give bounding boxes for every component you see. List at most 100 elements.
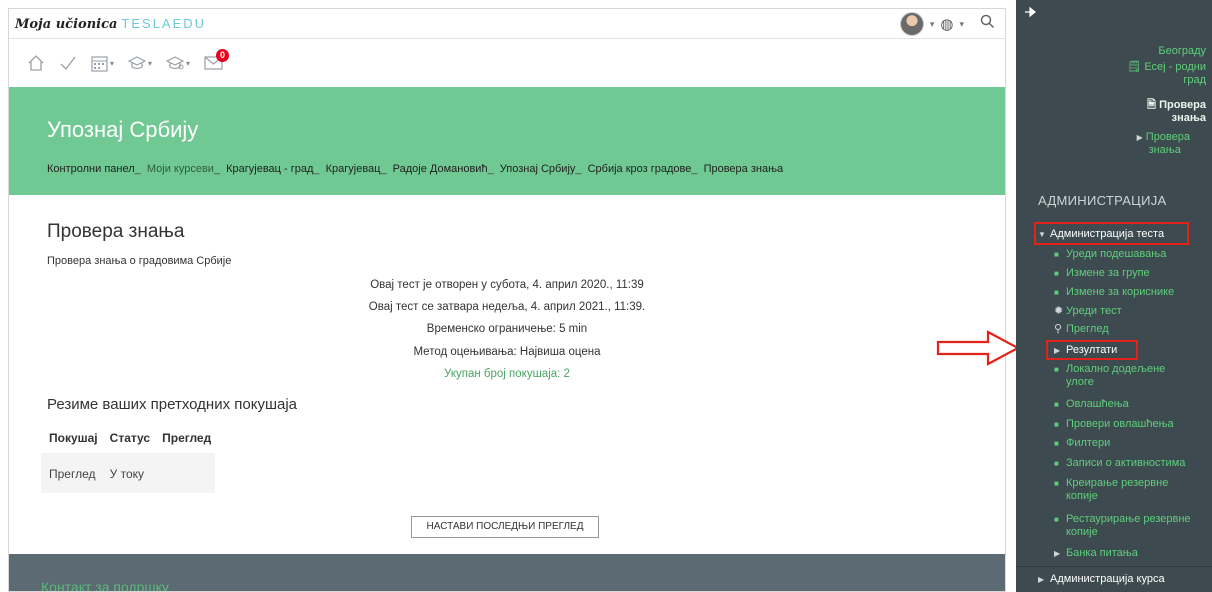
top-navbar: Moja učionica TESLAEDU ▾ ◍ ▾ [9,9,1005,39]
sidebar-item-user-overrides[interactable]: ■ Измене за кориснике [1054,286,1212,299]
message-count-badge: 0 [216,49,230,62]
gear-icon: ✹ [1054,305,1064,317]
column-header: Покушај [49,431,98,445]
breadcrumb-item[interactable]: Србија кроз градове [588,163,692,175]
sidebar-item-edit-settings[interactable]: ■ Уреди подешавања [1054,248,1212,261]
review-cell [154,453,216,493]
main-content: Moja učionica TESLAEDU ▾ ◍ ▾ ▾ ▾ ▾ 0 Упо… [8,8,1006,592]
table-row: Преглед У току [41,453,216,493]
breadcrumb-item[interactable]: Контролни панел [47,163,135,175]
item-label: Локално додељене [1066,363,1166,375]
item-label: Провери овлашћења [1066,418,1174,430]
column-header: Преглед [162,431,212,445]
nav-link-label: Есеј - родни [1144,61,1206,73]
nav-link-label: град [1183,74,1206,86]
quiz-title: Провера знања [47,221,185,242]
status-cell: У току [101,453,155,493]
nav-link-belgrade[interactable]: Београду [1158,45,1206,58]
sidebar-item-permissions[interactable]: ■ Овлашћења [1054,398,1212,411]
item-label: копије [1066,490,1098,502]
item-label: Измене за кориснике [1066,286,1175,298]
calendar-icon[interactable]: ▾ [91,55,114,72]
item-label: Уреди тест [1066,305,1122,317]
node-label: Администрација курса [1050,573,1165,585]
quiz-open-date: Овај тест је отворен у субота, 4. април … [370,279,644,291]
administration-heading: АДМИНИСТРАЦИЈА [1038,193,1167,208]
nav-link-label: Провера [1145,131,1190,143]
sidebar-item-group-overrides[interactable]: ■ Измене за групе [1054,267,1212,280]
breadcrumb: Контролни панел_ Моји курсеви_ Крагујева… [47,163,784,175]
nav-link-quiz-current[interactable]: 🗎 Провера знања [1147,99,1206,125]
attempt-cell: Преглед [41,453,102,493]
logo-brand: TESLAEDU [121,16,207,31]
checkmark-icon[interactable] [59,54,77,72]
sidebar-item-check-permissions[interactable]: ■ Провери овлашћења [1054,418,1212,431]
attempts-summary-title: Резиме ваших претходних покушаја [47,396,298,413]
highlight-box-quiz-admin [1034,222,1189,245]
breadcrumb-item[interactable]: Провера знања [704,163,784,175]
sidebar-item-local-roles[interactable]: ■ Локално додељене улоге [1054,363,1212,389]
sidebar-item-logs[interactable]: ■ Записи о активностима [1054,457,1212,470]
item-label: Рестаурирање резервне [1066,513,1191,525]
nav-link-label: знања [1171,112,1206,124]
item-label: улоге [1066,376,1094,388]
item-label: копије [1066,526,1098,538]
dock-pin-icon[interactable] [1024,6,1036,21]
nav-link-quiz-section[interactable]: ▶ Провера знања [1137,131,1190,157]
teacher-cap-icon[interactable]: ▾ [166,55,190,71]
course-administration-node[interactable]: ▶ Администрација курса [1038,573,1210,586]
continue-last-attempt-button[interactable]: НАСТАВИ ПОСЛЕДЊИ ПРЕГЛЕД [411,516,599,538]
breadcrumb-item[interactable]: Радоје Домановић [393,163,488,175]
breadcrumb-item[interactable]: Моји курсеви [147,163,214,175]
quick-icon-bar: ▾ ▾ ▾ 0 [27,49,230,72]
quiz-close-date: Овај тест се затвара недеља, 4. април 20… [368,301,646,313]
quiz-description: Провера знања о градовима Србије [47,255,232,267]
sidebar-item-edit-quiz[interactable]: ✹ Уреди тест [1054,305,1212,318]
home-icon[interactable] [27,54,45,72]
quiz-time-limit: Временско ограничење: 5 min [426,323,588,335]
expand-triangle-icon: ▶ [1136,133,1143,142]
messages-icon[interactable]: 0 [204,49,230,71]
item-label: Преглед [1066,323,1109,335]
support-contact-link[interactable]: Контакт за подршку [41,579,169,591]
language-globe-icon[interactable]: ◍ [940,15,953,33]
user-avatar[interactable] [899,12,924,36]
user-area: ▾ ◍ ▾ [899,12,995,36]
sidebar-item-restore[interactable]: ■ Рестаурирање резервне копије [1054,513,1212,539]
quiz-icon: 🗎 [1147,99,1157,111]
graduation-cap-icon[interactable]: ▾ [128,55,152,71]
page-footer: Контакт за подршку [9,554,1005,591]
breadcrumb-item[interactable]: Крагујевац - град [226,163,313,175]
user-menu-caret-icon[interactable]: ▾ [930,19,935,30]
item-label: Филтери [1066,437,1111,449]
sidebar-item-question-bank[interactable]: ▶ Банка питања [1054,547,1212,560]
magnifier-icon: ⚲ [1054,323,1063,335]
item-label: Овлашћења [1066,398,1129,410]
quiz-grading-method: Метод оцењивања: Највиша оцена [413,346,601,358]
breadcrumb-item[interactable]: Крагујевац [326,163,381,175]
sidebar-item-preview[interactable]: ⚲ Преглед [1054,323,1212,336]
site-logo[interactable]: Moja učionica TESLAEDU [15,16,206,32]
breadcrumb-item[interactable]: Упознај Србију [500,163,576,175]
item-label: Измене за групе [1066,267,1150,279]
item-label: Креирање резервне [1066,477,1169,489]
nav-link-label: Провера [1159,99,1206,111]
course-title: Упознај Србију [47,117,199,142]
sidebar-bottom-section: ▶ Администрација курса [1016,566,1212,592]
logo-text: Moja učionica [15,17,118,32]
sidebar-item-filters[interactable]: ■ Филтери [1054,437,1212,450]
sidebar-item-backup[interactable]: ■ Креирање резервне копије [1054,477,1212,503]
attempts-table: Покушај Статус Преглед Преглед У току [41,423,216,493]
nav-link-essay[interactable]: 🗒 Есеј - родни град [1127,61,1206,87]
red-arrow-annotation-icon [936,330,1020,366]
item-label: Записи о активностима [1066,457,1186,469]
table-header-row: Покушај Статус Преглед [41,423,215,453]
search-icon[interactable] [980,14,995,34]
item-label: Уреди подешавања [1066,248,1167,260]
course-header-banner: Упознај Србију Контролни панел_ Моји кур… [9,87,1005,195]
expand-triangle-icon: ▶ [1054,549,1061,558]
language-caret-icon[interactable]: ▾ [959,19,964,30]
nav-link-label: знања [1148,144,1181,156]
quiz-attempts-total[interactable]: Укупан број покушаја: 2 [9,368,1005,380]
highlight-box-results [1046,340,1138,360]
